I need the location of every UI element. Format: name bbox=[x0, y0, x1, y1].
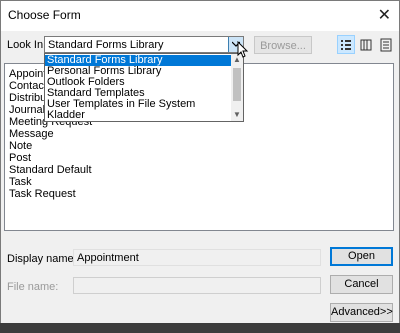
list-item[interactable]: Contact bbox=[9, 80, 47, 92]
properties-view-icon bbox=[380, 38, 392, 52]
title-bar: Choose Form ✕ bbox=[1, 1, 399, 31]
list-view-icon bbox=[360, 39, 372, 51]
scroll-down-arrow-icon[interactable]: ▼ bbox=[233, 110, 241, 119]
list-item[interactable]: Message bbox=[9, 128, 54, 140]
open-button[interactable]: Open bbox=[330, 247, 393, 266]
browse-button[interactable]: Browse... bbox=[254, 36, 312, 54]
list-item[interactable]: Task bbox=[9, 176, 32, 188]
file-name-label: File name: bbox=[7, 281, 59, 293]
list-item[interactable]: Standard Default bbox=[9, 164, 92, 176]
advanced-button[interactable]: Advanced>> bbox=[330, 303, 393, 322]
properties-view-button[interactable] bbox=[377, 35, 395, 54]
cancel-button[interactable]: Cancel bbox=[330, 275, 393, 294]
look-in-label: Look In: bbox=[7, 39, 47, 51]
details-view-icon bbox=[341, 40, 351, 50]
mouse-cursor-icon bbox=[237, 41, 249, 58]
scrollbar-thumb[interactable] bbox=[233, 68, 241, 101]
list-item[interactable]: Post bbox=[9, 152, 31, 164]
look-in-combobox[interactable]: Standard Forms Library bbox=[44, 36, 244, 53]
file-name-field[interactable] bbox=[73, 277, 321, 294]
list-item[interactable]: Note bbox=[9, 140, 32, 152]
list-view-button[interactable] bbox=[357, 35, 375, 54]
choose-form-dialog: Choose Form ✕ Look In: Standard Forms Li… bbox=[0, 0, 400, 324]
display-name-label: Display name: bbox=[7, 253, 77, 265]
look-in-value: Standard Forms Library bbox=[48, 39, 164, 51]
dialog-title: Choose Form bbox=[8, 8, 81, 22]
display-name-value: Appointment bbox=[77, 252, 139, 264]
display-name-field: Appointment bbox=[73, 249, 321, 266]
list-item[interactable]: Task Request bbox=[9, 188, 76, 200]
dropdown-option[interactable]: Kladder bbox=[45, 110, 233, 121]
background-strip bbox=[0, 323, 400, 333]
dropdown-scrollbar[interactable]: ▲ ▼ bbox=[231, 54, 243, 121]
look-in-dropdown-list[interactable]: Standard Forms Library Personal Forms Li… bbox=[44, 53, 244, 122]
details-view-button[interactable] bbox=[337, 35, 355, 54]
close-icon[interactable]: ✕ bbox=[378, 5, 391, 25]
